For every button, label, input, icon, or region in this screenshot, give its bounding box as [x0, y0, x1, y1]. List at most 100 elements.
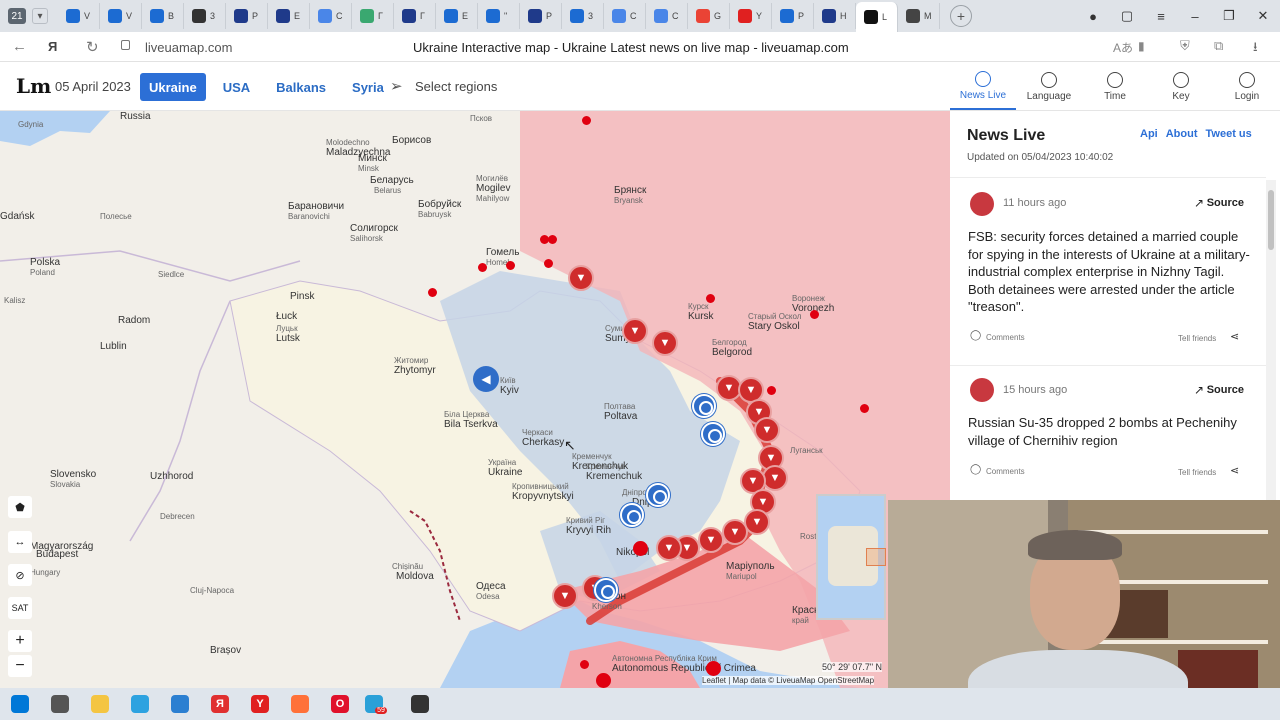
nav-key[interactable]: Key — [1148, 63, 1214, 110]
browser-tab[interactable]: C — [604, 3, 646, 29]
bomb-marker-icon[interactable]: ▼ — [652, 330, 678, 356]
measure-tool[interactable]: ↔ — [8, 531, 32, 553]
select-regions-icon[interactable]: ➢ — [390, 77, 403, 95]
browser-tab[interactable]: P — [772, 3, 814, 29]
tab-count-badge[interactable]: 21 — [8, 8, 26, 24]
bomb-marker-icon[interactable]: ▼ — [552, 583, 578, 609]
region-tab-balkans[interactable]: Balkans — [267, 73, 335, 101]
browser-tab[interactable]: 3 — [562, 3, 604, 29]
browser-menu-icon[interactable]: ≡ — [1144, 9, 1178, 24]
event-dot[interactable] — [706, 294, 715, 303]
event-dot[interactable] — [633, 541, 648, 556]
minimap-viewport[interactable] — [866, 548, 886, 566]
news-link-about[interactable]: About — [1166, 128, 1198, 140]
tell-friends-link[interactable]: Tell friends — [1178, 468, 1216, 477]
bookmark-icon[interactable]: ▮ — [1138, 39, 1145, 53]
nav-news-live[interactable]: News Live — [950, 63, 1016, 110]
browser-tab[interactable]: L — [856, 2, 898, 32]
event-dot[interactable] — [706, 661, 721, 676]
tab-menu-dropdown-icon[interactable]: ▾ — [32, 8, 48, 24]
comments-link[interactable]: Comments — [986, 333, 1025, 342]
nav-language[interactable]: Language — [1016, 63, 1082, 110]
region-tab-usa[interactable]: USA — [214, 73, 259, 101]
zoom-in-button[interactable]: + — [8, 630, 32, 652]
map-area[interactable]: Russia Gdynia Gdańsk Псков Минск Minsk Беларус… — [0, 111, 950, 688]
event-dot[interactable] — [596, 673, 611, 688]
share-icon[interactable]: ⋖ — [1230, 330, 1239, 343]
event-dot[interactable] — [810, 310, 819, 319]
yandex-home-icon[interactable]: Я — [48, 39, 57, 54]
satellite-toggle[interactable]: SAT — [8, 597, 32, 619]
bomb-marker-icon[interactable]: ▼ — [622, 318, 648, 344]
browser-tab[interactable]: " — [478, 3, 520, 29]
external-link-icon[interactable]: ↗ — [1194, 196, 1204, 210]
lock-icon[interactable] — [121, 40, 130, 50]
news-link-tweet-us[interactable]: Tweet us — [1206, 128, 1252, 140]
bomb-marker-icon[interactable]: ▼ — [754, 417, 780, 443]
taskbar-windows-button[interactable] — [0, 688, 40, 720]
browser-tab[interactable]: V — [58, 3, 100, 29]
browser-tab[interactable]: G — [688, 3, 730, 29]
event-dot[interactable] — [580, 660, 589, 669]
news-scrollbar-thumb[interactable] — [1268, 190, 1274, 250]
event-dot[interactable] — [582, 116, 591, 125]
event-dot[interactable] — [767, 386, 776, 395]
nav-time[interactable]: Time — [1082, 63, 1148, 110]
taskbar-opera-button[interactable]: O — [320, 688, 360, 720]
ukraine-military-marker-icon[interactable] — [594, 578, 618, 602]
browser-tab[interactable]: 3 — [184, 3, 226, 29]
source-link[interactable]: Source — [1207, 384, 1244, 396]
collections-icon[interactable]: ▢ — [1110, 8, 1144, 24]
reload-icon[interactable]: ↻ — [86, 38, 99, 56]
minimize-button[interactable]: – — [1178, 9, 1212, 24]
browser-tab[interactable]: Г — [394, 3, 436, 29]
liveuamap-logo[interactable]: Lm — [16, 74, 51, 98]
select-regions-button[interactable]: Select regions — [415, 79, 497, 94]
bomb-marker-icon[interactable]: ▼ — [656, 535, 682, 561]
comment-icon[interactable]: ◯ — [970, 464, 981, 475]
taskbar-search-button[interactable] — [40, 688, 80, 720]
event-dot[interactable] — [548, 235, 557, 244]
taskbar-yandex-button[interactable]: Y — [240, 688, 280, 720]
profile-icon[interactable]: ● — [1076, 9, 1110, 24]
event-dot[interactable] — [506, 261, 515, 270]
megaphone-marker-icon[interactable]: ◀ — [473, 366, 499, 392]
browser-tab[interactable]: V — [100, 3, 142, 29]
hide-layer-tool[interactable]: ⊘ — [8, 564, 32, 586]
taskbar-edge-button[interactable] — [120, 688, 160, 720]
taskbar-mail-button[interactable] — [160, 688, 200, 720]
browser-tab[interactable]: E — [268, 3, 310, 29]
news-link-api[interactable]: Api — [1140, 128, 1158, 140]
browser-tab[interactable]: P — [226, 3, 268, 29]
current-date[interactable]: 05 April 2023 — [55, 79, 131, 94]
comments-link[interactable]: Comments — [986, 467, 1025, 476]
external-link-icon[interactable]: ↗ — [1194, 383, 1204, 397]
region-tab-syria[interactable]: Syria — [343, 73, 393, 101]
event-dot[interactable] — [428, 288, 437, 297]
bomb-marker-icon[interactable]: ▼ — [698, 527, 724, 553]
minimap[interactable] — [816, 494, 886, 620]
region-tab-ukraine[interactable]: Ukraine — [140, 73, 206, 101]
browser-tab[interactable]: P — [520, 3, 562, 29]
share-icon[interactable]: ⋖ — [1230, 464, 1239, 477]
browser-tab[interactable]: H — [814, 3, 856, 29]
browser-tab[interactable]: Y — [730, 3, 772, 29]
browser-tab[interactable]: M — [898, 3, 940, 29]
bomb-marker-icon[interactable]: ▼ — [568, 265, 594, 291]
new-tab-button[interactable]: + — [950, 5, 972, 27]
back-icon[interactable]: ← — [12, 38, 27, 55]
extensions-icon[interactable]: ⧉ — [1214, 38, 1223, 54]
event-dot[interactable] — [860, 404, 869, 413]
bomb-marker-icon[interactable]: ▼ — [722, 519, 748, 545]
zoom-out-button[interactable]: − — [8, 655, 32, 677]
map-attribution[interactable]: Leaflet | Map data © LiveuaMap OpenStree… — [702, 676, 875, 685]
restore-button[interactable]: ❐ — [1212, 8, 1246, 24]
news-text[interactable]: Russian Su-35 dropped 2 bombs at Pecheni… — [968, 414, 1250, 449]
ukraine-military-marker-icon[interactable] — [692, 394, 716, 418]
source-link[interactable]: Source — [1207, 197, 1244, 209]
news-text[interactable]: FSB: security forces detained a married … — [968, 228, 1250, 316]
browser-tab[interactable]: C — [310, 3, 352, 29]
url-field[interactable]: liveuamap.com — [145, 40, 232, 55]
close-window-button[interactable]: ✕ — [1246, 8, 1280, 24]
comment-icon[interactable]: ◯ — [970, 330, 981, 341]
